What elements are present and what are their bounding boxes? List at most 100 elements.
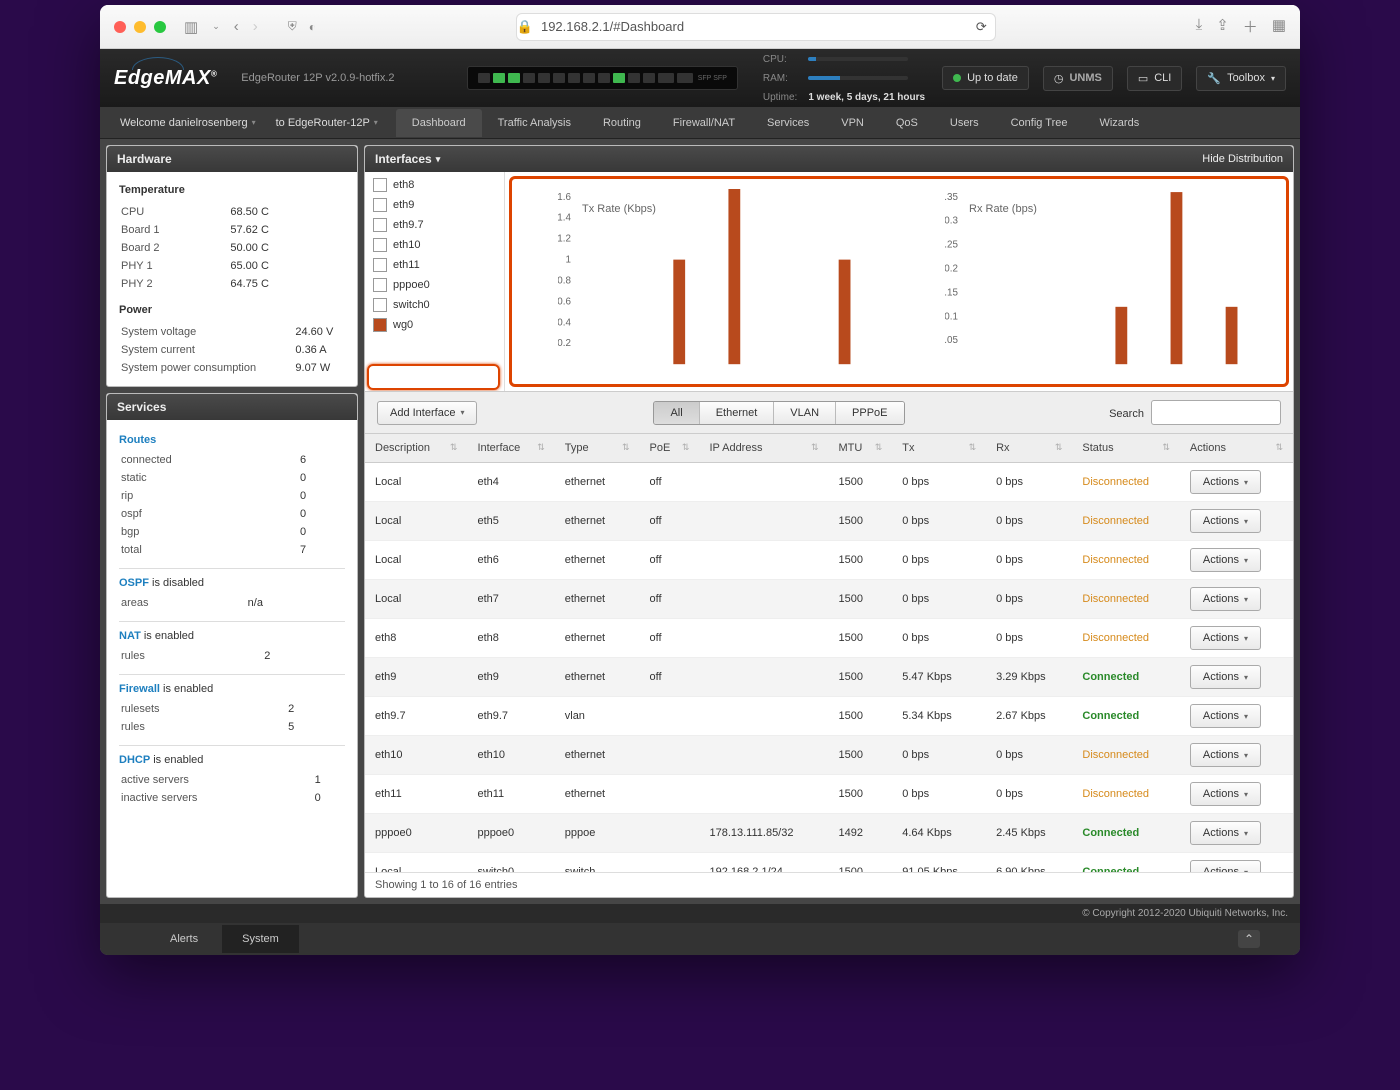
svg-text:0.6: 0.6 xyxy=(558,296,571,307)
distribution-charts: Tx Rate (Kbps)0.20.40.60.811.21.41.6Rx R… xyxy=(509,176,1289,387)
col-rx[interactable]: Rx⇅ xyxy=(986,434,1072,463)
checkbox-icon[interactable] xyxy=(373,218,387,232)
col-actions[interactable]: Actions⇅ xyxy=(1180,434,1293,463)
nav-tab-users[interactable]: Users xyxy=(934,109,995,137)
nav-tab-vpn[interactable]: VPN xyxy=(825,109,880,137)
alerts-tab[interactable]: Alerts xyxy=(150,925,218,953)
service-link-dhcp[interactable]: DHCP xyxy=(119,754,150,766)
status-cell: Disconnected xyxy=(1072,541,1180,580)
distribution-area: eth8eth9eth9.7eth10eth11pppoe0switch0wg0… xyxy=(365,172,1293,392)
interface-checkbox-switch0[interactable]: switch0 xyxy=(365,295,504,315)
filter-vlan[interactable]: VLAN xyxy=(774,402,836,424)
cli-button[interactable]: ▭CLI xyxy=(1127,66,1183,91)
filter-all[interactable]: All xyxy=(654,402,699,424)
col-tx[interactable]: Tx⇅ xyxy=(892,434,986,463)
nav-tab-config-tree[interactable]: Config Tree xyxy=(995,109,1084,137)
row-actions-button[interactable]: Actions xyxy=(1190,548,1261,572)
service-status: is enabled xyxy=(163,683,213,695)
tabs-overview-icon[interactable]: ▦ xyxy=(1272,16,1286,37)
window-controls[interactable] xyxy=(114,21,166,33)
bottom-bar: Alerts System ⌃ xyxy=(100,923,1300,955)
new-tab-icon[interactable]: ＋ xyxy=(1243,16,1258,37)
service-link-nat[interactable]: NAT xyxy=(119,630,141,642)
nav-tab-wizards[interactable]: Wizards xyxy=(1083,109,1155,137)
download-icon[interactable]: ⤓ xyxy=(1196,16,1203,37)
privacy-icon[interactable]: ◐ xyxy=(309,20,316,34)
minimize-window-icon[interactable] xyxy=(134,21,146,33)
panel-title: Services xyxy=(107,394,357,420)
nav-tab-dashboard[interactable]: Dashboard xyxy=(396,109,482,137)
nav-tab-services[interactable]: Services xyxy=(751,109,825,137)
row-actions-button[interactable]: Actions xyxy=(1190,626,1261,650)
fullscreen-window-icon[interactable] xyxy=(154,21,166,33)
service-link-firewall[interactable]: Firewall xyxy=(119,683,160,695)
row-actions-button[interactable]: Actions xyxy=(1190,782,1261,806)
type-filter-segment[interactable]: AllEthernetVLANPPPoE xyxy=(653,401,904,425)
row-actions-button[interactable]: Actions xyxy=(1190,587,1261,611)
label: Board 2 xyxy=(121,240,218,256)
chevron-down-icon[interactable]: ⌄ xyxy=(212,21,220,32)
interface-checkbox-eth9.7[interactable]: eth9.7 xyxy=(365,215,504,235)
nav-tab-qos[interactable]: QoS xyxy=(880,109,934,137)
checkbox-icon[interactable] xyxy=(373,178,387,192)
interface-checkbox-pppoe0[interactable]: pppoe0 xyxy=(365,275,504,295)
chart-1: Rx Rate (bps)0.050.10.150.20.250.30.35 xyxy=(899,179,1286,384)
row-actions-button[interactable]: Actions xyxy=(1190,704,1261,728)
url-bar[interactable]: 🔒 192.168.2.1/#Dashboard ⟳ xyxy=(516,13,996,41)
row-actions-button[interactable]: Actions xyxy=(1190,509,1261,533)
nav-tab-firewall-nat[interactable]: Firewall/NAT xyxy=(657,109,751,137)
checkbox-icon[interactable] xyxy=(373,278,387,292)
hide-distribution-link[interactable]: Hide Distribution xyxy=(1202,153,1283,165)
row-actions-button[interactable]: Actions xyxy=(1190,860,1261,872)
share-icon[interactable]: ⇪ xyxy=(1216,16,1229,37)
interface-checkbox-eth11[interactable]: eth11 xyxy=(365,255,504,275)
status-pill[interactable]: Up to date xyxy=(942,66,1029,90)
checkbox-icon[interactable] xyxy=(373,258,387,272)
forward-icon[interactable]: › xyxy=(253,18,258,35)
col-poe[interactable]: PoE⇅ xyxy=(640,434,700,463)
interface-checkbox-list[interactable]: eth8eth9eth9.7eth10eth11pppoe0switch0wg0 xyxy=(365,172,505,391)
row-actions-button[interactable]: Actions xyxy=(1190,665,1261,689)
reload-icon[interactable]: ⟳ xyxy=(976,19,987,35)
collapse-up-icon[interactable]: ⌃ xyxy=(1238,930,1260,948)
service-link-routes[interactable]: Routes xyxy=(119,434,156,446)
row-actions-button[interactable]: Actions xyxy=(1190,821,1261,845)
interface-checkbox-wg0[interactable]: wg0 xyxy=(365,315,504,335)
nav-tab-routing[interactable]: Routing xyxy=(587,109,657,137)
chart-title: Tx Rate (Kbps) xyxy=(582,203,656,215)
col-ip-address[interactable]: IP Address⇅ xyxy=(699,434,828,463)
back-icon[interactable]: ‹ xyxy=(234,18,239,35)
row-actions-button[interactable]: Actions xyxy=(1190,743,1261,767)
toolbox-button[interactable]: 🔧Toolbox▾ xyxy=(1196,66,1286,91)
row-actions-button[interactable]: Actions xyxy=(1190,470,1261,494)
interface-checkbox-eth10[interactable]: eth10 xyxy=(365,235,504,255)
add-interface-button[interactable]: Add Interface xyxy=(377,401,477,425)
col-status[interactable]: Status⇅ xyxy=(1072,434,1180,463)
interfaces-table-wrap[interactable]: Description⇅Interface⇅Type⇅PoE⇅IP Addres… xyxy=(365,434,1293,872)
table-row: Localeth7ethernetoff15000 bps0 bpsDiscon… xyxy=(365,580,1293,619)
unms-button[interactable]: ◷UNMS xyxy=(1043,66,1113,91)
device-link[interactable]: to EdgeRouter-12P xyxy=(268,117,386,129)
search-input[interactable] xyxy=(1151,400,1281,425)
url-text: 192.168.2.1/#Dashboard xyxy=(541,19,684,34)
col-description[interactable]: Description⇅ xyxy=(365,434,467,463)
service-link-ospf[interactable]: OSPF xyxy=(119,577,149,589)
copyright-footer: © Copyright 2012-2020 Ubiquiti Networks,… xyxy=(100,904,1300,923)
checkbox-icon[interactable] xyxy=(373,198,387,212)
system-tab[interactable]: System xyxy=(222,925,299,953)
filter-ethernet[interactable]: Ethernet xyxy=(700,402,775,424)
sidebar-toggle-icon[interactable]: ▥ xyxy=(184,18,198,36)
close-window-icon[interactable] xyxy=(114,21,126,33)
col-type[interactable]: Type⇅ xyxy=(555,434,640,463)
checkbox-icon[interactable] xyxy=(373,318,387,332)
checkbox-icon[interactable] xyxy=(373,238,387,252)
shield-icon[interactable]: ⛨ xyxy=(288,19,297,34)
user-menu[interactable]: Welcome danielrosenberg xyxy=(112,117,264,129)
interface-checkbox-eth8[interactable]: eth8 xyxy=(365,175,504,195)
nav-tab-traffic-analysis[interactable]: Traffic Analysis xyxy=(482,109,587,137)
col-mtu[interactable]: MTU⇅ xyxy=(829,434,893,463)
col-interface[interactable]: Interface⇅ xyxy=(467,434,554,463)
checkbox-icon[interactable] xyxy=(373,298,387,312)
filter-pppoe[interactable]: PPPoE xyxy=(836,402,903,424)
interface-checkbox-eth9[interactable]: eth9 xyxy=(365,195,504,215)
